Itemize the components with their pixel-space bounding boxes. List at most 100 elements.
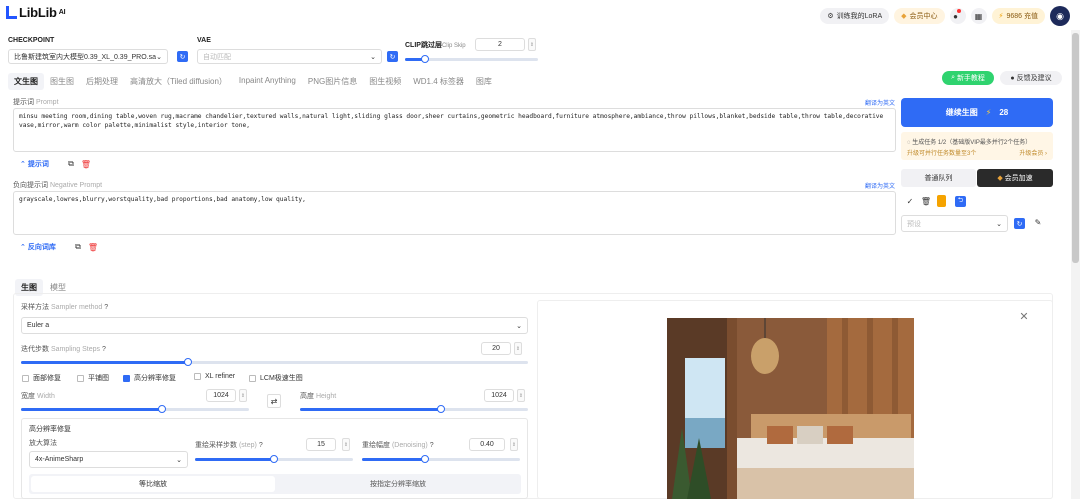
clip-skip-stepper[interactable]: ⇕ xyxy=(528,38,536,51)
edit-icon[interactable]: ✎ xyxy=(1033,217,1043,227)
feedback-button[interactable]: ● 反馈及建议 xyxy=(1000,71,1062,85)
tab-img2video[interactable]: 图生视频 xyxy=(363,73,407,90)
clip-skip-slider[interactable] xyxy=(405,55,538,63)
slider-fill xyxy=(195,458,274,461)
main-tabs: 文生图 图生图 后期处理 高清放大（Tiled diffusion） Inpai… xyxy=(8,73,498,90)
checkbox-box[interactable] xyxy=(77,374,84,382)
tab-png-info[interactable]: PNG图片信息 xyxy=(302,73,363,90)
negative-prompt-label: 负向提示词 Negative Prompt xyxy=(13,182,103,189)
tutorial-button[interactable]: ⌕ 新手教程 xyxy=(942,71,994,85)
width-label: 宽度 Width xyxy=(21,393,55,400)
check-icon[interactable]: ✓ xyxy=(905,196,915,206)
top-header: LibLib AI ⚙ 训练我的LoRA ◆ 会员中心 ● ▦ ⚡ 9686 充值 ◉ xyxy=(0,0,1080,30)
swap-icon[interactable]: ⇄ xyxy=(267,394,281,408)
task-status: ◌ 生成任务 1/2（基础版VIP最多并行2个任务） xyxy=(907,140,1032,146)
scrollbar-thumb[interactable] xyxy=(1072,33,1079,263)
width-slider[interactable] xyxy=(21,405,249,413)
steps-stepper[interactable]: ⇕ xyxy=(514,342,522,355)
help-icon: ? xyxy=(104,304,109,311)
tiling-checkbox[interactable]: 平铺图 xyxy=(77,373,109,383)
hires-fix-checkbox[interactable]: 高分辨率修复 xyxy=(123,373,176,383)
negative-translate-link[interactable]: 翻译为英文 xyxy=(865,181,895,190)
height-stepper[interactable]: ⇕ xyxy=(517,389,525,402)
checkbox-box[interactable] xyxy=(194,373,201,380)
chevron-down-icon: ⌄ xyxy=(176,456,182,464)
user-avatar[interactable]: ◉ xyxy=(1050,6,1070,26)
chevron-down-icon: ⌄ xyxy=(516,322,522,330)
lcm-checkbox[interactable]: LCM极速生图 xyxy=(249,373,303,383)
tab-gallery[interactable]: 图库 xyxy=(470,73,498,90)
upgrade-link[interactable]: 升级会员 › xyxy=(1019,148,1047,157)
copy-icon[interactable]: ⧉ xyxy=(73,242,83,252)
prompt-wordbook-toggle[interactable]: ⌃ 提示词 xyxy=(20,159,49,169)
prompt-label: 提示词 Prompt xyxy=(13,99,59,106)
tab-inpaint-anything[interactable]: Inpaint Anything xyxy=(233,73,302,90)
tab-postprocess[interactable]: 后期处理 xyxy=(80,73,124,90)
preset-select[interactable]: 预设 ⌄ xyxy=(901,215,1008,232)
credits-button[interactable]: ⚡ 9686 充值 xyxy=(991,8,1045,24)
clipboard-icon[interactable] xyxy=(937,195,946,207)
help-icon: ? xyxy=(258,442,263,449)
tab-img2img[interactable]: 图生图 xyxy=(44,73,80,90)
trash-icon[interactable]: 🗑 xyxy=(81,159,91,169)
trash-icon[interactable]: 🗑 xyxy=(88,242,98,252)
refresh-icon[interactable]: ↻ xyxy=(1014,218,1025,229)
vae-select[interactable]: 自动匹配 ⌄ xyxy=(197,49,382,64)
refresh-icon[interactable]: ↻ xyxy=(387,51,398,62)
slider-handle[interactable] xyxy=(270,455,278,463)
tab-tiled-diffusion[interactable]: 高清放大（Tiled diffusion） xyxy=(124,73,233,90)
tab-txt2img[interactable]: 文生图 xyxy=(8,73,44,90)
trash-icon[interactable]: 🗑 xyxy=(921,196,931,206)
hires-steps-input[interactable]: 15 xyxy=(306,438,336,451)
book-icon[interactable]: ▦ xyxy=(970,8,987,24)
steps-slider[interactable] xyxy=(21,358,528,366)
page-scrollbar[interactable] xyxy=(1071,30,1080,499)
normal-queue-button[interactable]: 普通队列 xyxy=(901,169,976,187)
prompt-translate-link[interactable]: 翻译为英文 xyxy=(865,98,895,107)
scale-ratio-tab[interactable]: 等比缩放 xyxy=(31,476,275,492)
refresh-icon[interactable]: ↻ xyxy=(177,51,188,62)
vip-center-button[interactable]: ◆ 会员中心 xyxy=(894,8,945,24)
face-restore-checkbox[interactable]: 面部修复 xyxy=(22,373,61,383)
tab-wd14-tagger[interactable]: WD1.4 标签器 xyxy=(407,73,470,90)
height-label: 高度 Height xyxy=(300,393,337,400)
sampler-select[interactable]: Euler a ⌄ xyxy=(21,317,528,334)
denoise-stepper[interactable]: ⇕ xyxy=(510,438,518,451)
upscaler-select[interactable]: 4x-AnimeSharp ⌄ xyxy=(29,451,188,468)
denoise-input[interactable]: 0.40 xyxy=(469,438,505,451)
xl-refiner-checkbox[interactable]: XL refiner xyxy=(194,373,235,380)
train-lora-button[interactable]: ⚙ 训练我的LoRA xyxy=(820,8,890,24)
generate-button[interactable]: 继续生图 ⚡ 28 xyxy=(901,98,1053,127)
checkbox-box[interactable] xyxy=(22,374,29,382)
hires-steps-stepper[interactable]: ⇕ xyxy=(342,438,350,451)
copy-icon[interactable]: ⧉ xyxy=(66,159,76,169)
chevron-up-icon: ⌃ xyxy=(20,244,26,251)
chevron-down-icon: ⌄ xyxy=(370,53,376,61)
diamond-icon: ◆ xyxy=(901,13,907,20)
clip-skip-input[interactable]: 2 xyxy=(475,38,525,51)
height-input[interactable]: 1024 xyxy=(484,389,514,402)
negative-prompt-textarea[interactable]: grayscale,lowres,blurry,worstquality,bad… xyxy=(13,191,896,235)
scale-resolution-tab[interactable]: 按指定分辨率缩放 xyxy=(277,476,519,492)
width-input[interactable]: 1024 xyxy=(206,389,236,402)
lightning-icon: ⚡ xyxy=(998,13,1004,20)
prompt-textarea[interactable]: minsu meeting room,dining table,woven ru… xyxy=(13,108,896,152)
steps-label: 迭代步数 Sampling Steps ? xyxy=(21,346,106,353)
reuse-icon[interactable]: ⮌ xyxy=(955,196,966,207)
denoise-slider[interactable] xyxy=(362,455,520,463)
width-stepper[interactable]: ⇕ xyxy=(239,389,247,402)
help-icon: ? xyxy=(429,442,434,449)
message-icon[interactable]: ● xyxy=(949,8,966,24)
close-icon[interactable]: ✕ xyxy=(1019,311,1029,323)
generated-image[interactable] xyxy=(667,318,914,499)
height-slider[interactable] xyxy=(300,405,528,413)
hires-steps-slider[interactable] xyxy=(195,455,353,463)
checkbox-box[interactable] xyxy=(123,374,130,382)
steps-input[interactable]: 20 xyxy=(481,342,511,355)
slider-handle[interactable] xyxy=(420,55,429,63)
checkpoint-select[interactable]: 比鲁斯建筑室内大模型0.39_XL_0.39_PRO.safe ⌄ xyxy=(8,49,168,64)
checkbox-box[interactable] xyxy=(249,374,256,382)
liblib-logo[interactable]: LibLib AI xyxy=(6,5,66,20)
negative-wordbook-toggle[interactable]: ⌃ 反向词库 xyxy=(20,242,56,252)
vip-queue-button[interactable]: ◆ 会员加速 xyxy=(977,169,1053,187)
